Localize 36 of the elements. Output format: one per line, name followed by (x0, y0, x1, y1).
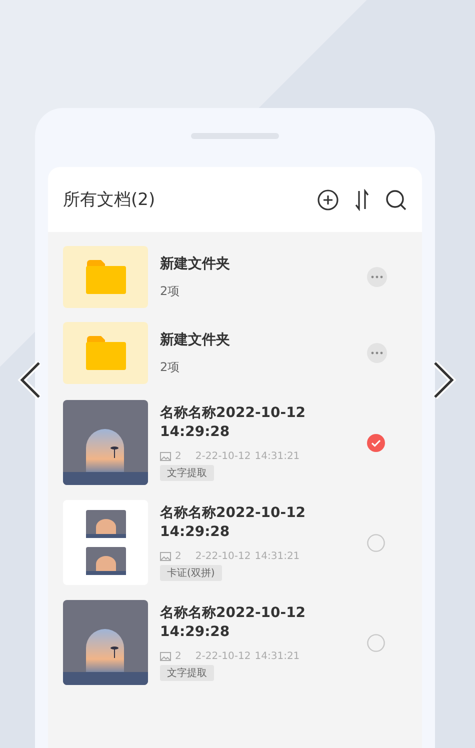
sort-icon[interactable] (353, 188, 371, 210)
more-icon[interactable] (367, 267, 387, 287)
document-date: 2-22-10-12 (195, 551, 251, 562)
image-icon (160, 452, 171, 461)
document-date: 2-22-10-12 (195, 651, 251, 662)
document-date: 2-22-10-12 (195, 451, 251, 462)
page-count: 2 (175, 551, 182, 562)
document-name: 名称名称2022-10-12 14:29:28 (160, 504, 307, 542)
page-count: 2 (175, 651, 182, 662)
document-tag: 文字提取 (160, 665, 214, 681)
selected-check-icon[interactable] (367, 434, 385, 452)
document-time: 14:31:21 (254, 551, 300, 562)
folder-icon (84, 335, 126, 371)
more-icon[interactable] (367, 343, 387, 363)
document-name: 名称名称2022-10-12 14:29:28 (160, 404, 307, 442)
image-icon (160, 652, 171, 661)
folder-name: 新建文件夹 (160, 254, 231, 272)
document-name: 名称名称2022-10-12 14:29:28 (160, 604, 307, 642)
image-icon (160, 552, 171, 561)
page-count: 2 (175, 451, 182, 462)
document-item[interactable]: 名称名称2022-10-12 14:29:28 2 2-22-10-12 14:31:21 文字提取 (63, 600, 407, 685)
document-item[interactable]: 名称名称2022-10-12 14:29:28 2 2-22-10-12 14:31:21 卡证(双拼) (63, 500, 407, 585)
item-count: 2项 (160, 358, 181, 376)
search-icon[interactable] (385, 188, 407, 210)
folder-item[interactable]: 新建文件夹 2项 (63, 322, 407, 384)
page-title: 所有文档(2) (63, 189, 156, 211)
document-time: 14:31:21 (254, 651, 300, 662)
document-tag: 卡证(双拼) (160, 565, 222, 581)
folder-icon (84, 259, 126, 295)
document-time: 14:31:21 (254, 451, 300, 462)
item-count: 2项 (160, 282, 181, 300)
folder-item[interactable]: 新建文件夹 2项 (63, 246, 407, 308)
document-tag: 文字提取 (160, 465, 214, 481)
add-icon[interactable] (317, 188, 339, 210)
document-item[interactable]: 名称名称2022-10-12 14:29:28 2 2-22-10-12 14:31:21 文字提取 (63, 400, 407, 485)
folder-name: 新建文件夹 (160, 330, 231, 348)
